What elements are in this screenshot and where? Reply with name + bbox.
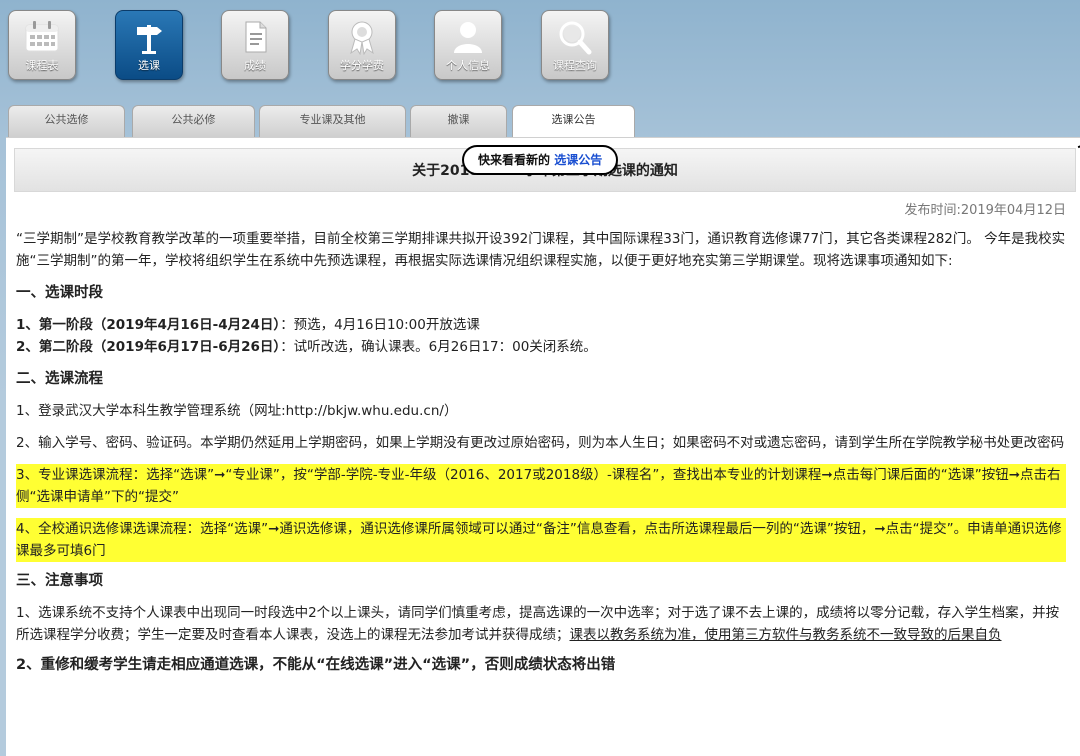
- document-icon: [245, 21, 267, 53]
- tab-public-elective[interactable]: 公共选修: [8, 105, 125, 137]
- callout-prefix: 快来看看新的: [478, 153, 551, 167]
- section-1-heading: 一、选课时段: [16, 285, 103, 301]
- person-icon: [454, 22, 482, 53]
- personal-info-button[interactable]: 个人信息: [434, 10, 502, 80]
- section-3-item-2: 2、重修和缓考学生请走相应通道选课，不能从“在线选课”进入“选课”，否则成绩状态…: [16, 657, 616, 673]
- schedule-button[interactable]: 课程表: [8, 10, 76, 80]
- section-2-item-1-close: ）: [443, 403, 458, 419]
- award-icon: [350, 21, 374, 55]
- tab-selection-notice[interactable]: 选课公告: [512, 105, 635, 141]
- tab-withdraw[interactable]: 撤课: [410, 105, 507, 137]
- intro-paragraph: “三学期制”是学校教育教学改革的一项重要举措，目前全校第三学期排课共拟开设392…: [16, 231, 1066, 269]
- section-2-item-4: 4、全校通识选修课选课流程：选择“选课”➞通识选修课，通识选修课所属领域可以通过…: [16, 518, 1066, 562]
- section-2-item-3: 3、专业课选课流程：选择“选课”➞“专业课”，按“学部-学院-专业-年级（201…: [16, 464, 1066, 508]
- tab-public-required[interactable]: 公共必修: [132, 105, 255, 137]
- section-3-item-1: 1、选课系统不支持个人课表中出现同一时段选中2个以上课头，请同学们慎重考虑，提高…: [16, 602, 1066, 646]
- section-1-item-1-text: ：预选，4月16日10:00开放选课: [280, 317, 480, 333]
- course-query-button-label: 课程查询: [553, 59, 597, 72]
- grades-button-label: 成绩: [244, 59, 266, 72]
- section-3-heading: 三、注意事项: [16, 573, 103, 589]
- magnifier-icon: [559, 21, 592, 55]
- section-1-item-2: 2、第二阶段（2019年6月17日-6月26日）：试听改选，确认课表。6月26日…: [16, 336, 1066, 358]
- section-2-heading: 二、选课流程: [16, 371, 103, 387]
- section-1-item-1: 1、第一阶段（2019年4月16日-4月24日）：预选，4月16日10:00开放…: [16, 314, 1066, 336]
- credits-fees-button[interactable]: 学分学费: [328, 10, 396, 80]
- section-2-item-2: 2、输入学号、密码、验证码。本学期仍然延用上学期密码，如果上学期没有更改过原始密…: [16, 435, 1065, 451]
- course-selection-button[interactable]: 选课: [115, 10, 183, 80]
- course-query-button[interactable]: 课程查询: [541, 10, 609, 80]
- callout-bubble: 快来看看新的 选课公告: [462, 140, 1080, 175]
- system-url-link[interactable]: http://bkjw.whu.edu.cn/: [286, 403, 444, 419]
- credits-fees-button-label: 学分学费: [340, 59, 384, 72]
- section-1-item-1-bold: 1、第一阶段（2019年4月16日-4月24日）: [16, 317, 281, 333]
- calendar-icon: [25, 21, 59, 52]
- section-1-item-2-text: ：试听改选，确认课表。6月26日17：00关闭系统。: [280, 339, 597, 355]
- tab-major-and-other[interactable]: 专业课及其他: [259, 105, 406, 137]
- section-3-item-1-underlined: 课表以教务系统为准，使用第三方软件与教务系统不一致导致的后果自负: [569, 627, 1002, 643]
- grades-button[interactable]: 成绩: [221, 10, 289, 80]
- section-1-item-2-bold: 2、第二阶段（2019年6月17日-6月26日）: [16, 339, 281, 355]
- course-selection-button-label: 选课: [138, 59, 160, 72]
- signpost-icon: [137, 25, 162, 54]
- personal-info-button-label: 个人信息: [446, 59, 490, 72]
- callout-highlight: 选课公告: [554, 153, 603, 167]
- notice-panel: 关于2018-2019学年第三学期选课的通知 快来看看新的 选课公告 发布时间:…: [6, 137, 1080, 756]
- section-2-item-1-text: 1、登录武汉大学本科生教学管理系统（网址:: [16, 403, 286, 419]
- schedule-button-label: 课程表: [25, 59, 59, 72]
- publish-date: 发布时间:2019年04月12日: [904, 203, 1066, 218]
- notice-body: “三学期制”是学校教育教学改革的一项重要举措，目前全校第三学期排课共拟开设392…: [16, 228, 1066, 676]
- section-2-item-1: 1、登录武汉大学本科生教学管理系统（网址:http://bkjw.whu.edu…: [16, 400, 1066, 422]
